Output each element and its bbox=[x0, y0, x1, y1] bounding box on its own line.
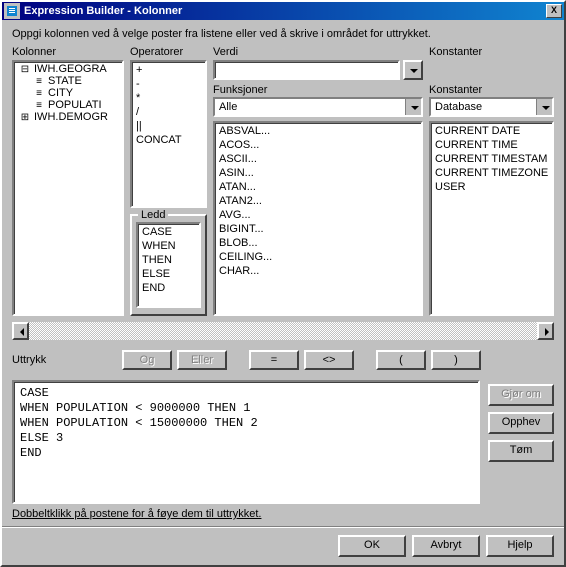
list-item[interactable]: CONCAT bbox=[134, 133, 203, 147]
columns-tree[interactable]: ⊟IWH.GEOGRA≡STATE≡CITY≡POPULATI⊞IWH.DEMO… bbox=[12, 60, 124, 316]
list-item[interactable]: / bbox=[134, 105, 203, 119]
operators-label: Operatorer bbox=[130, 46, 207, 58]
functions-category-value: Alle bbox=[215, 99, 405, 115]
tree-item-label: STATE bbox=[48, 75, 82, 87]
tree-item[interactable]: ≡STATE bbox=[16, 75, 120, 87]
expression-label: Uttrykk bbox=[12, 354, 117, 366]
not-equals-button[interactable]: <> bbox=[304, 350, 354, 370]
arrow-right-icon bbox=[545, 328, 553, 336]
column-icon: ≡ bbox=[32, 100, 46, 111]
instruction-line-1: Oppgi kolonnen ved å velge poster fra li… bbox=[12, 28, 554, 40]
value-panel: Verdi Funksjoner Alle ABSVAL...ACOS...AS… bbox=[213, 46, 423, 316]
undo-button[interactable]: Opphev bbox=[488, 412, 554, 434]
help-button[interactable]: Hjelp bbox=[486, 535, 554, 557]
constants-category-dropdown[interactable]: Database bbox=[429, 97, 554, 117]
columns-panel: Kolonner ⊟IWH.GEOGRA≡STATE≡CITY≡POPULATI… bbox=[12, 46, 124, 316]
functions-list[interactable]: ABSVAL...ACOS...ASCII...ASIN...ATAN...AT… bbox=[213, 121, 423, 316]
scroll-left-button[interactable] bbox=[12, 322, 29, 340]
expression-builder-window: Expression Builder - Kolonner X Oppgi ko… bbox=[0, 0, 566, 567]
list-item[interactable]: + bbox=[134, 63, 203, 77]
list-item[interactable]: BIGINT... bbox=[217, 222, 419, 236]
list-item[interactable]: CEILING... bbox=[217, 250, 419, 264]
instruction-line-2: Dobbeltklikk på postene for å føye dem t… bbox=[12, 508, 554, 520]
list-item[interactable]: CHAR... bbox=[217, 264, 419, 278]
scroll-track[interactable] bbox=[29, 322, 537, 340]
arrow-left-icon bbox=[16, 328, 24, 336]
list-item[interactable]: CURRENT DATE bbox=[433, 124, 550, 138]
list-item[interactable]: CURRENT TIMESTAM bbox=[433, 152, 550, 166]
redo-button[interactable]: Gjør om bbox=[488, 384, 554, 406]
functions-label: Funksjoner bbox=[213, 84, 423, 96]
list-item[interactable]: - bbox=[134, 77, 203, 91]
clear-button[interactable]: Tøm bbox=[488, 440, 554, 462]
clauses-legend: Ledd bbox=[138, 209, 168, 221]
cancel-button[interactable]: Avbryt bbox=[412, 535, 480, 557]
column-icon: ≡ bbox=[32, 88, 46, 99]
list-item[interactable]: CASE bbox=[140, 225, 197, 239]
list-item[interactable]: BLOB... bbox=[217, 236, 419, 250]
list-item[interactable]: || bbox=[134, 119, 203, 133]
tree-item-label: POPULATI bbox=[48, 99, 102, 111]
functions-category-dropdown[interactable]: Alle bbox=[213, 97, 423, 117]
list-item[interactable]: ASIN... bbox=[217, 166, 419, 180]
value-dropdown-button[interactable] bbox=[403, 60, 423, 80]
list-item[interactable]: THEN bbox=[140, 253, 197, 267]
titlebar: Expression Builder - Kolonner X bbox=[2, 2, 564, 20]
constants-heading: Konstanter bbox=[429, 46, 554, 58]
tree-item-label: IWH.DEMOGR bbox=[34, 111, 108, 123]
tree-item[interactable]: ≡POPULATI bbox=[16, 99, 120, 111]
table-icon: ⊟ bbox=[18, 64, 32, 75]
expression-textarea[interactable]: CASE WHEN POPULATION < 9000000 THEN 1 WH… bbox=[12, 380, 480, 504]
constants-category-value: Database bbox=[431, 99, 536, 115]
equals-button[interactable]: = bbox=[249, 350, 299, 370]
list-item[interactable]: ATAN2... bbox=[217, 194, 419, 208]
list-item[interactable]: ELSE bbox=[140, 267, 197, 281]
value-input[interactable] bbox=[213, 60, 400, 80]
constants-panel: Konstanter Konstanter Database CURRENT D… bbox=[429, 46, 554, 316]
list-item[interactable]: * bbox=[134, 91, 203, 105]
chevron-down-icon bbox=[542, 106, 550, 114]
column-icon: ≡ bbox=[32, 76, 46, 87]
list-item[interactable]: CURRENT TIME bbox=[433, 138, 550, 152]
constants-list[interactable]: CURRENT DATECURRENT TIMECURRENT TIMESTAM… bbox=[429, 121, 554, 316]
horizontal-scrollbar[interactable] bbox=[12, 322, 554, 340]
list-item[interactable]: ASCII... bbox=[217, 152, 419, 166]
list-item[interactable]: USER bbox=[433, 180, 550, 194]
lparen-button[interactable]: ( bbox=[376, 350, 426, 370]
window-title: Expression Builder - Kolonner bbox=[24, 5, 546, 17]
tree-item-label: IWH.GEOGRA bbox=[34, 63, 107, 75]
chevron-down-icon bbox=[410, 69, 418, 77]
operators-list[interactable]: +-*/||CONCAT bbox=[130, 60, 207, 208]
tree-item-label: CITY bbox=[48, 87, 73, 99]
operators-panel: Operatorer +-*/||CONCAT Ledd CASEWHENTHE… bbox=[130, 46, 207, 316]
clauses-list[interactable]: CASEWHENTHENELSEEND bbox=[136, 222, 201, 308]
tree-item[interactable]: ⊟IWH.GEOGRA bbox=[16, 63, 120, 75]
tree-item[interactable]: ≡CITY bbox=[16, 87, 120, 99]
app-icon bbox=[4, 3, 20, 19]
functions-dd-button[interactable] bbox=[405, 99, 421, 115]
ok-button[interactable]: OK bbox=[338, 535, 406, 557]
rparen-button[interactable]: ) bbox=[431, 350, 481, 370]
table-icon: ⊞ bbox=[18, 112, 32, 123]
value-label: Verdi bbox=[213, 46, 423, 58]
constants-dd-button[interactable] bbox=[536, 99, 552, 115]
clauses-group: Ledd CASEWHENTHENELSEEND bbox=[130, 214, 207, 316]
list-item[interactable]: CURRENT TIMEZONE bbox=[433, 166, 550, 180]
list-item[interactable]: ACOS... bbox=[217, 138, 419, 152]
list-item[interactable]: ABSVAL... bbox=[217, 124, 419, 138]
tree-item[interactable]: ⊞IWH.DEMOGR bbox=[16, 111, 120, 123]
or-button[interactable]: Eller bbox=[177, 350, 227, 370]
chevron-down-icon bbox=[411, 106, 419, 114]
and-button[interactable]: Og bbox=[122, 350, 172, 370]
list-item[interactable]: END bbox=[140, 281, 197, 295]
constants-label: Konstanter bbox=[429, 84, 554, 96]
list-item[interactable]: WHEN bbox=[140, 239, 197, 253]
list-item[interactable]: AVG... bbox=[217, 208, 419, 222]
list-item[interactable]: ATAN... bbox=[217, 180, 419, 194]
columns-label: Kolonner bbox=[12, 46, 124, 58]
scroll-right-button[interactable] bbox=[537, 322, 554, 340]
close-button[interactable]: X bbox=[546, 4, 562, 18]
